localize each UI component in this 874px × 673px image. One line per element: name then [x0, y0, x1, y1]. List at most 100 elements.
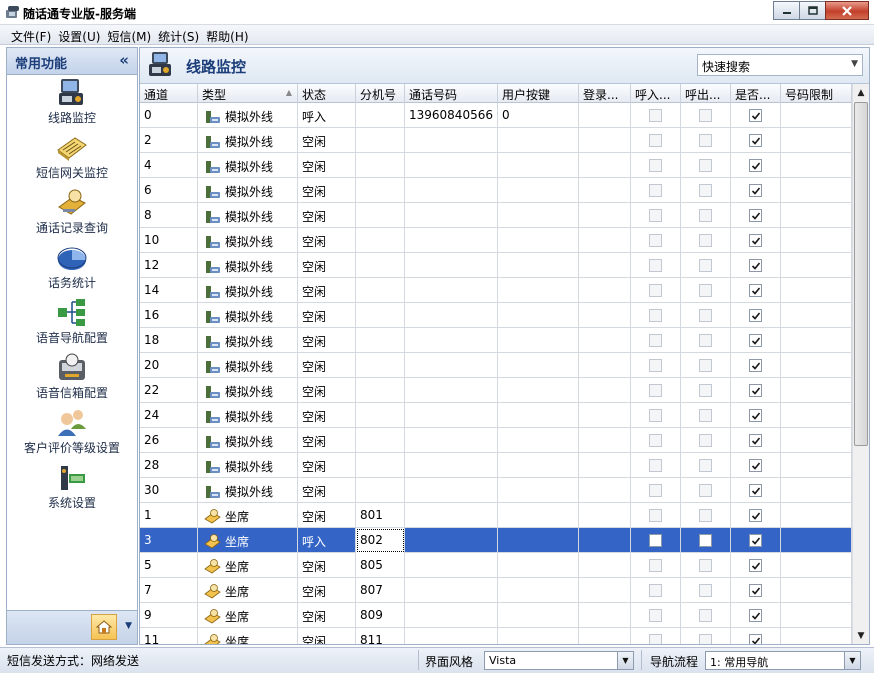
- column-header-status[interactable]: 状态: [298, 84, 356, 103]
- scroll-up-button[interactable]: ▲: [853, 84, 869, 101]
- table-row[interactable]: 7 坐席 空闲 807: [140, 578, 852, 603]
- enabled-checkbox[interactable]: [749, 459, 762, 472]
- call-out-checkbox[interactable]: [699, 484, 712, 497]
- column-header-call-in[interactable]: 呼入...: [631, 84, 681, 103]
- table-row[interactable]: 20 模拟外线 空闲: [140, 353, 852, 378]
- nav-flow-select[interactable]: 1: 常用导航 ▼: [705, 651, 861, 670]
- enabled-checkbox[interactable]: [749, 384, 762, 397]
- table-row[interactable]: 8 模拟外线 空闲: [140, 203, 852, 228]
- table-row[interactable]: 16 模拟外线 空闲: [140, 303, 852, 328]
- enabled-checkbox[interactable]: [749, 559, 762, 572]
- chevron-down-icon[interactable]: ▼: [617, 652, 633, 669]
- table-row[interactable]: 18 模拟外线 空闲: [140, 328, 852, 353]
- call-in-checkbox[interactable]: [649, 334, 662, 347]
- table-row[interactable]: 9 坐席 空闲 809: [140, 603, 852, 628]
- skin-select[interactable]: Vista ▼: [484, 651, 634, 670]
- vertical-scrollbar[interactable]: ▲ ▼: [852, 84, 869, 644]
- call-out-checkbox[interactable]: [699, 234, 712, 247]
- call-out-checkbox[interactable]: [699, 334, 712, 347]
- call-in-checkbox[interactable]: [649, 159, 662, 172]
- enabled-checkbox[interactable]: [749, 609, 762, 622]
- call-out-checkbox[interactable]: [699, 109, 712, 122]
- call-in-checkbox[interactable]: [649, 309, 662, 322]
- column-header-number-limit[interactable]: 号码限制: [781, 84, 852, 103]
- table-row[interactable]: 0 模拟外线 呼入 13960840566 0: [140, 103, 852, 128]
- call-out-checkbox[interactable]: [699, 509, 712, 522]
- call-in-checkbox[interactable]: [649, 434, 662, 447]
- table-row[interactable]: 5 坐席 空闲 805: [140, 553, 852, 578]
- close-button[interactable]: [825, 1, 869, 20]
- table-row[interactable]: 10 模拟外线 空闲: [140, 228, 852, 253]
- call-in-checkbox[interactable]: [649, 209, 662, 222]
- enabled-checkbox[interactable]: [749, 534, 762, 547]
- call-out-checkbox[interactable]: [699, 309, 712, 322]
- column-header-user-key[interactable]: 用户按键: [498, 84, 579, 103]
- menu-file[interactable]: 文件(F): [8, 25, 54, 44]
- call-in-checkbox[interactable]: [649, 259, 662, 272]
- call-in-checkbox[interactable]: [649, 184, 662, 197]
- sidebar-item-customer-rating[interactable]: 客户评价等级设置: [7, 407, 137, 457]
- call-in-checkbox[interactable]: [649, 359, 662, 372]
- sidebar-item-line-monitor[interactable]: 线路监控: [7, 77, 137, 127]
- table-row[interactable]: 4 模拟外线 空闲: [140, 153, 852, 178]
- call-in-checkbox[interactable]: [649, 484, 662, 497]
- call-out-checkbox[interactable]: [699, 359, 712, 372]
- table-row[interactable]: 6 模拟外线 空闲: [140, 178, 852, 203]
- column-header-call-out[interactable]: 呼出...: [681, 84, 731, 103]
- enabled-checkbox[interactable]: [749, 484, 762, 497]
- call-out-checkbox[interactable]: [699, 159, 712, 172]
- call-in-checkbox[interactable]: [649, 109, 662, 122]
- call-out-checkbox[interactable]: [699, 284, 712, 297]
- enabled-checkbox[interactable]: [749, 509, 762, 522]
- menu-settings[interactable]: 设置(U): [55, 25, 103, 44]
- call-out-checkbox[interactable]: [699, 259, 712, 272]
- table-row[interactable]: 24 模拟外线 空闲: [140, 403, 852, 428]
- enabled-checkbox[interactable]: [749, 309, 762, 322]
- call-in-checkbox[interactable]: [649, 634, 662, 644]
- enabled-checkbox[interactable]: [749, 334, 762, 347]
- menu-statistics[interactable]: 统计(S): [155, 25, 202, 44]
- table-row[interactable]: 30 模拟外线 空闲: [140, 478, 852, 503]
- call-out-checkbox[interactable]: [699, 209, 712, 222]
- table-row[interactable]: 11 坐席 空闲 811: [140, 628, 852, 644]
- table-row[interactable]: 26 模拟外线 空闲: [140, 428, 852, 453]
- call-in-checkbox[interactable]: [649, 134, 662, 147]
- enabled-checkbox[interactable]: [749, 584, 762, 597]
- table-row[interactable]: 2 模拟外线 空闲: [140, 128, 852, 153]
- column-header-login[interactable]: 登录...: [579, 84, 631, 103]
- sidebar-item-call-records[interactable]: 通话记录查询: [7, 187, 137, 237]
- sidebar-item-voice-navigation[interactable]: 语音导航配置: [7, 297, 137, 347]
- enabled-checkbox[interactable]: [749, 109, 762, 122]
- enabled-checkbox[interactable]: [749, 259, 762, 272]
- call-out-checkbox[interactable]: [699, 434, 712, 447]
- call-in-checkbox[interactable]: [649, 534, 662, 547]
- sidebar-item-sms-gateway[interactable]: 短信网关监控: [7, 132, 137, 182]
- table-row[interactable]: 28 模拟外线 空闲: [140, 453, 852, 478]
- call-in-checkbox[interactable]: [649, 459, 662, 472]
- column-header-extension[interactable]: 分机号: [356, 84, 405, 103]
- enabled-checkbox[interactable]: [749, 184, 762, 197]
- chevron-down-icon[interactable]: ▼: [844, 652, 860, 669]
- call-out-checkbox[interactable]: [699, 184, 712, 197]
- table-row[interactable]: 12 模拟外线 空闲: [140, 253, 852, 278]
- chevron-down-icon[interactable]: ▼: [125, 621, 132, 631]
- table-row[interactable]: 22 模拟外线 空闲: [140, 378, 852, 403]
- call-out-checkbox[interactable]: [699, 634, 712, 644]
- call-out-checkbox[interactable]: [699, 584, 712, 597]
- call-out-checkbox[interactable]: [699, 609, 712, 622]
- call-in-checkbox[interactable]: [649, 509, 662, 522]
- sidebar-item-voice-mailbox[interactable]: 语音信箱配置: [7, 352, 137, 402]
- call-in-checkbox[interactable]: [649, 234, 662, 247]
- call-out-checkbox[interactable]: [699, 409, 712, 422]
- call-out-checkbox[interactable]: [699, 134, 712, 147]
- maximize-button[interactable]: [799, 1, 826, 20]
- enabled-checkbox[interactable]: [749, 159, 762, 172]
- enabled-checkbox[interactable]: [749, 409, 762, 422]
- quick-search-combobox[interactable]: 快速搜索 ▼: [697, 54, 863, 76]
- call-in-checkbox[interactable]: [649, 559, 662, 572]
- call-in-checkbox[interactable]: [649, 284, 662, 297]
- scroll-down-button[interactable]: ▼: [853, 627, 869, 644]
- enabled-checkbox[interactable]: [749, 359, 762, 372]
- collapse-sidebar-icon[interactable]: «: [119, 52, 129, 68]
- enabled-checkbox[interactable]: [749, 209, 762, 222]
